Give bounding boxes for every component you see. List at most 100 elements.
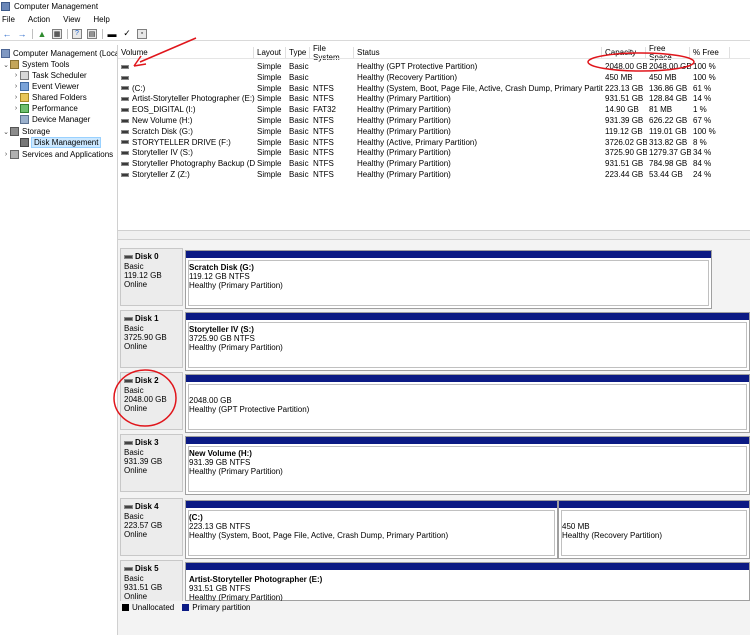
volume-icon: [121, 129, 129, 134]
menu-file[interactable]: File: [0, 15, 18, 24]
partition-details: Storyteller IV (S:) 3725.90 GB NTFS Heal…: [189, 325, 746, 352]
disk-info[interactable]: Disk 2 Basic 2048.00 GB Online: [120, 372, 183, 430]
volume-icon: [121, 108, 129, 113]
volume-row[interactable]: Scratch Disk (G:) Simple Basic NTFS Healthy …: [118, 126, 750, 137]
disk-info[interactable]: Disk 0 Basic 119.12 GB Online: [120, 248, 183, 306]
volume-cell: NTFS: [313, 148, 334, 158]
volume-cell: Simple: [257, 83, 282, 93]
volume-cell: 313.82 GB: [649, 137, 688, 147]
volume-name: Storyteller Z (Z:): [132, 170, 190, 179]
chevron-right-icon[interactable]: ›: [12, 94, 20, 101]
column-header-status[interactable]: Status: [354, 47, 602, 58]
partition-block[interactable]: Scratch Disk (G:) 119.12 GB NTFS Healthy…: [185, 250, 712, 309]
tree-item-storage[interactable]: ⌄ Storage: [2, 126, 50, 137]
volume-cell: 81 MB: [649, 105, 673, 115]
partition-block[interactable]: New Volume (H:) 931.39 GB NTFS Healthy (…: [185, 436, 750, 495]
checklist-icon[interactable]: ✓: [122, 28, 132, 39]
tree-label: Shared Folders: [32, 93, 87, 102]
show-hide-tree-icon[interactable]: ▦: [52, 28, 62, 39]
volume-row[interactable]: Storyteller Photography Backup (D:) Simpl…: [118, 158, 750, 169]
disk-info[interactable]: Disk 4 Basic 223.57 GB Online: [120, 498, 183, 556]
disk-size: 931.51 GB: [124, 583, 163, 592]
disk-info[interactable]: Disk 1 Basic 3725.90 GB Online: [120, 310, 183, 368]
volume-cell: Healthy (Primary Partition): [357, 159, 451, 169]
title-bar: Computer Management: [0, 0, 750, 12]
tools-icon: [10, 60, 19, 69]
partition-size: 3725.90 GB NTFS: [189, 334, 255, 343]
partition-block[interactable]: (C:) 223.13 GB NTFS Healthy (System, Boo…: [185, 500, 558, 559]
chevron-down-icon[interactable]: ⌄: [2, 61, 10, 69]
tree-label: Disk Management: [30, 137, 102, 148]
volume-cell: Healthy (Primary Partition): [357, 148, 451, 158]
properties-icon[interactable]: ▤: [87, 28, 97, 39]
column-header-layout[interactable]: Layout: [254, 47, 286, 58]
forward-arrow-icon[interactable]: →: [17, 29, 27, 39]
tree-item-device-manager[interactable]: Device Manager: [20, 114, 90, 125]
column-header-volume[interactable]: Volume: [118, 47, 254, 58]
volume-row[interactable]: Storyteller Z (Z:) Simple Basic NTFS Healthy…: [118, 169, 750, 180]
toolbar: ← → ▲ ▦ ? ▤ ▬ ✓ ▫: [0, 27, 750, 41]
volume-row[interactable]: Simple Basic Healthy (Recovery Partition) 4…: [118, 72, 750, 83]
tree-item-services-and-applications[interactable]: › Services and Applications: [2, 149, 113, 160]
chevron-right-icon[interactable]: ›: [12, 83, 20, 90]
chevron-right-icon[interactable]: ›: [2, 151, 10, 158]
volume-row[interactable]: New Volume (H:) Simple Basic NTFS Healthy (P…: [118, 115, 750, 126]
disk-info[interactable]: Disk 5 Basic 931.51 GB Online: [120, 560, 183, 603]
volume-cell: 100 %: [693, 72, 716, 82]
partition-size: 223.13 GB NTFS: [189, 522, 251, 531]
disk-legend: Unallocated Primary partition: [118, 601, 750, 613]
partition-block[interactable]: 2048.00 GB Healthy (GPT Protective Parti…: [185, 374, 750, 433]
volume-cell: Healthy (Active, Primary Partition): [357, 137, 478, 147]
column-header-percent-free[interactable]: % Free: [690, 47, 730, 58]
help-icon[interactable]: ?: [72, 28, 82, 39]
volume-cell: FAT32: [313, 105, 336, 115]
computer-management-icon: [1, 1, 10, 11]
pane-splitter[interactable]: [118, 230, 750, 240]
partition-details: 450 MB Healthy (Recovery Partition): [562, 513, 746, 540]
disk-size: 119.12 GB: [124, 271, 162, 280]
partition-block[interactable]: Artist-Storyteller Photographer (E:) 931…: [185, 562, 750, 602]
volume-cell: Healthy (GPT Protective Partition): [357, 62, 478, 71]
disk-state: Online: [124, 342, 148, 351]
tree-label: Computer Management (Local: [13, 49, 118, 58]
column-header-file-system[interactable]: File System: [310, 44, 354, 62]
console-icon[interactable]: ▫: [137, 28, 147, 39]
chevron-right-icon[interactable]: ›: [12, 105, 20, 112]
tree-item-shared-folders[interactable]: › Shared Folders: [12, 92, 87, 103]
tree-item-task-scheduler[interactable]: › Task Scheduler: [12, 70, 87, 81]
event-log-icon: [20, 82, 29, 91]
partition-size: 450 MB: [562, 522, 590, 531]
up-folder-icon[interactable]: ▲: [37, 29, 47, 39]
back-arrow-icon[interactable]: ←: [2, 29, 12, 39]
volume-row[interactable]: (C:) Simple Basic NTFS Healthy (System, Boot…: [118, 83, 750, 94]
tree-item-computer-management[interactable]: Computer Management (Local: [1, 48, 118, 59]
partition-block[interactable]: Storyteller IV (S:) 3725.90 GB NTFS Heal…: [185, 312, 750, 371]
chevron-down-icon[interactable]: ⌄: [2, 128, 10, 136]
volume-cell: 61 %: [693, 83, 712, 93]
menu-help[interactable]: Help: [91, 15, 112, 24]
column-header-capacity[interactable]: Capacity: [602, 47, 646, 58]
disk-icon[interactable]: ▬: [107, 29, 117, 39]
volume-row[interactable]: Simple Basic Healthy (GPT Protective Parti…: [118, 61, 750, 72]
volume-cell: 14 %: [693, 94, 712, 104]
tree-item-event-viewer[interactable]: › Event Viewer: [12, 81, 79, 92]
column-header-type[interactable]: Type: [286, 47, 310, 58]
partition-name: [189, 387, 746, 396]
volume-cell: Simple: [257, 148, 282, 158]
disk-info[interactable]: Disk 3 Basic 931.39 GB Online: [120, 434, 183, 492]
tree-item-disk-management[interactable]: Disk Management: [20, 137, 102, 148]
tree-item-system-tools[interactable]: ⌄ System Tools: [2, 59, 69, 70]
tree-label: Device Manager: [32, 115, 91, 124]
tree-item-performance[interactable]: › Performance: [12, 103, 78, 114]
column-header-free-space[interactable]: Free Space: [646, 44, 690, 62]
disk-state: Online: [124, 466, 148, 475]
volume-cell: Basic: [289, 137, 309, 147]
volume-row[interactable]: Storyteller IV (S:) Simple Basic NTFS Health…: [118, 147, 750, 158]
menu-action[interactable]: Action: [26, 15, 53, 24]
volume-row[interactable]: STORYTELLER DRIVE (F:) Simple Basic NTFS Hea…: [118, 137, 750, 148]
volume-row[interactable]: Artist-Storyteller Photographer (E:) Simp…: [118, 93, 750, 104]
volume-row[interactable]: EOS_DIGITAL (I:) Simple Basic FAT32 Healthy …: [118, 104, 750, 115]
menu-view[interactable]: View: [61, 15, 83, 24]
partition-block[interactable]: 450 MB Healthy (Recovery Partition): [558, 500, 750, 559]
chevron-right-icon[interactable]: ›: [12, 72, 20, 79]
